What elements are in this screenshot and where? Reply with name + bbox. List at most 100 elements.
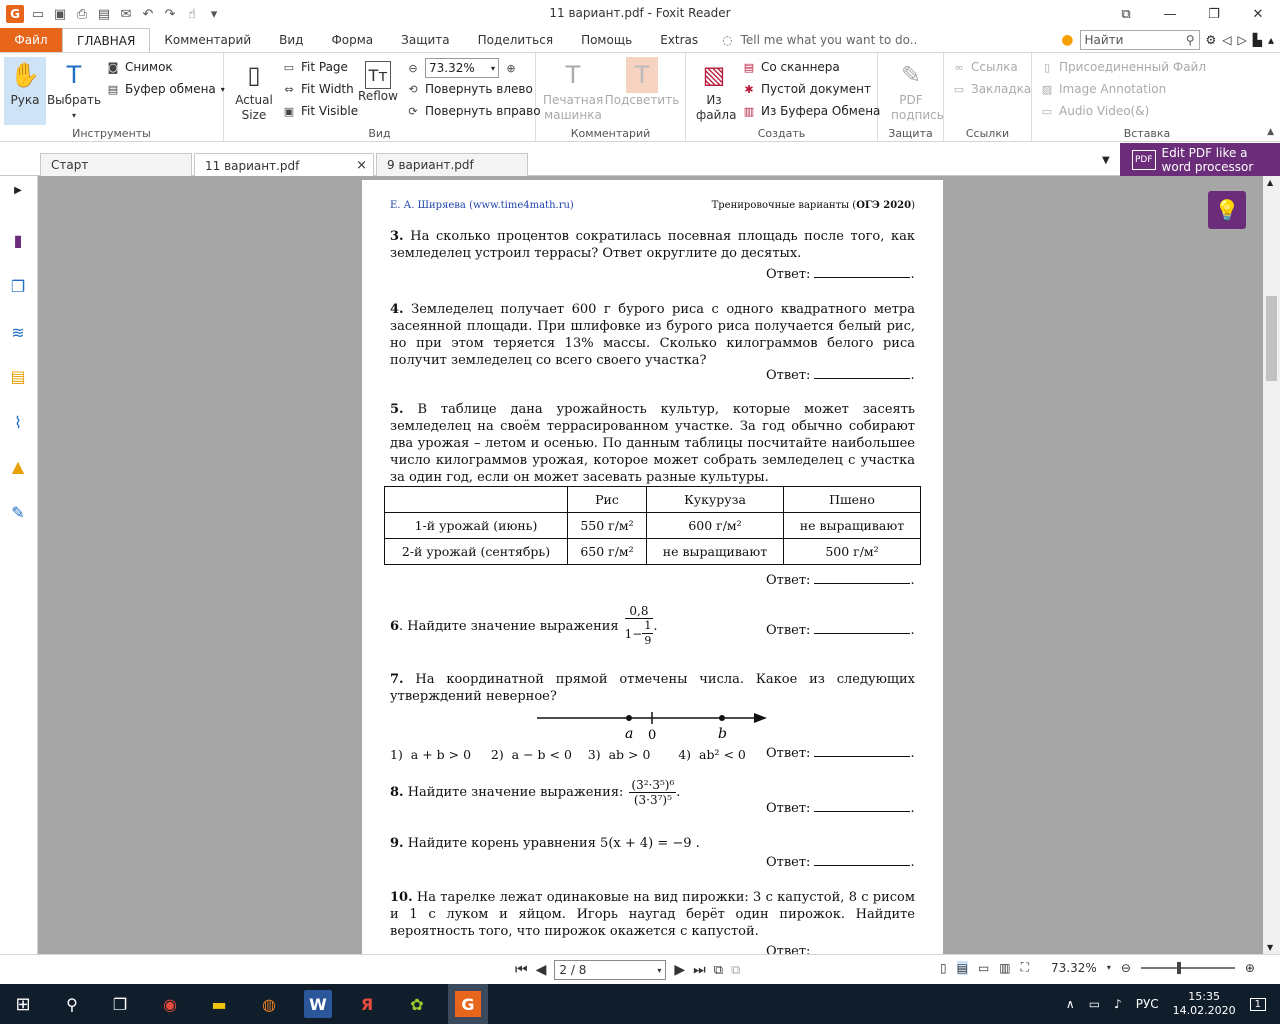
document-view[interactable]: Е. А. Ширяева (www.time4math.ru) Трениро…: [38, 176, 1263, 954]
first-page-icon[interactable]: ⏮: [515, 962, 528, 978]
doc-tab-9[interactable]: 9 вариант.pdf: [376, 153, 528, 176]
zoom-in-icon[interactable]: ⊕: [1245, 961, 1255, 975]
zoom-in-icon[interactable]: ⊕: [504, 61, 518, 75]
from-clipboard-button[interactable]: ▥ Из Буфера Обмена: [742, 104, 881, 118]
hand-tool-button[interactable]: ✋ Рука: [4, 57, 46, 125]
feedback-icon[interactable]: ●: [1061, 32, 1073, 48]
undo-icon[interactable]: ↶: [140, 6, 156, 22]
notifications-icon[interactable]: 1: [1249, 997, 1266, 1011]
prev-result-icon[interactable]: ◁: [1222, 33, 1231, 47]
open-folder-icon[interactable]: ▭: [30, 6, 46, 22]
volume-icon[interactable]: ♪: [1114, 997, 1122, 1011]
email-icon[interactable]: ✉: [118, 6, 134, 22]
audio-video-button[interactable]: ▭ Audio Video(&): [1040, 104, 1149, 118]
fit-visible-button[interactable]: ▣ Fit Visible: [282, 104, 358, 118]
print-icon[interactable]: ⎙: [74, 6, 90, 22]
facing-icon[interactable]: ▭: [978, 961, 989, 975]
layers-panel-icon[interactable]: ≋: [8, 322, 28, 342]
tab-form[interactable]: Форма: [317, 28, 387, 52]
properties-icon[interactable]: ▤: [96, 6, 112, 22]
zoom-dropdown-icon[interactable]: ▾: [1107, 963, 1111, 972]
edit-pdf-promo-banner[interactable]: PDF Edit PDF like a word processor: [1120, 143, 1280, 176]
next-view-icon[interactable]: ⧉: [731, 963, 740, 978]
signature-panel-icon[interactable]: ✎: [8, 502, 28, 522]
fit-width-button[interactable]: ⇔ Fit Width: [282, 82, 353, 96]
expand-panel-icon[interactable]: ▶: [8, 180, 28, 200]
comments-panel-icon[interactable]: ▤: [8, 366, 28, 386]
pdf-sign-button[interactable]: ✎ PDF подпись: [886, 57, 944, 123]
redo-icon[interactable]: ↷: [162, 6, 178, 22]
next-result-icon[interactable]: ▷: [1238, 33, 1247, 47]
zoom-slider-handle[interactable]: [1176, 961, 1181, 974]
blank-document-button[interactable]: ✱ Пустой документ: [742, 82, 871, 96]
settings-gear-icon[interactable]: ⚙: [1206, 33, 1217, 47]
page-number-input[interactable]: 2 / 8 ▾: [554, 960, 667, 980]
language-indicator[interactable]: РУС: [1136, 997, 1159, 1011]
from-scanner-button[interactable]: ▤ Со сканнера: [742, 60, 840, 74]
zoom-slider[interactable]: [1140, 961, 1235, 974]
search-input[interactable]: Найти ⚲: [1079, 30, 1200, 50]
image-annotation-button[interactable]: ▨ Image Annotation: [1040, 82, 1166, 96]
tab-list-dropdown-icon[interactable]: ▼: [1102, 155, 1110, 166]
zoom-level[interactable]: 73.32%: [1051, 961, 1097, 975]
attachments-panel-icon[interactable]: ⌇: [8, 412, 28, 432]
clock[interactable]: 15:35 14.02.2020: [1173, 990, 1236, 1018]
save-icon[interactable]: ▣: [52, 6, 68, 22]
tell-me-box[interactable]: ◌ Tell me what you want to do..: [722, 33, 917, 47]
tab-comment[interactable]: Комментарий: [150, 28, 265, 52]
rotate-right-button[interactable]: ⟳ Повернуть вправо: [406, 104, 540, 118]
rotate-left-button[interactable]: ⟲ Повернуть влево: [406, 82, 532, 96]
highlight-button[interactable]: T Подсветить: [605, 57, 679, 108]
tray-expand-icon[interactable]: ∧: [1066, 997, 1075, 1011]
tab-help[interactable]: Помощь: [567, 28, 646, 52]
typewriter-button[interactable]: T Печатная машинка: [542, 57, 604, 123]
user-icon[interactable]: ▙: [1253, 33, 1262, 47]
tab-home[interactable]: ГЛАВНАЯ: [62, 28, 151, 53]
fit-page-button[interactable]: ▭ Fit Page: [282, 60, 348, 74]
doc-tab-11[interactable]: 11 вариант.pdf ×: [194, 153, 374, 177]
collapse-ribbon-icon[interactable]: ▴: [1268, 33, 1274, 47]
single-page-icon[interactable]: ▯: [940, 961, 947, 975]
reflow-button[interactable]: Tт Reflow: [356, 57, 400, 104]
close-tab-icon[interactable]: ×: [356, 158, 367, 173]
full-screen-icon[interactable]: ⛶: [1021, 960, 1029, 975]
continuous-facing-icon[interactable]: ▥: [999, 961, 1010, 975]
prev-view-icon[interactable]: ⧉: [714, 963, 723, 978]
task-view-icon[interactable]: ❐: [106, 990, 134, 1018]
customize-dropdown-icon[interactable]: ▾: [206, 6, 222, 22]
network-icon[interactable]: ▭: [1089, 997, 1100, 1011]
select-tool-button[interactable]: T Выбрать ▾: [47, 57, 101, 123]
zoom-out-icon[interactable]: ⊖: [406, 61, 420, 75]
pages-panel-icon[interactable]: ❐: [8, 276, 28, 296]
next-page-icon[interactable]: ▶: [674, 962, 685, 978]
firefox-icon[interactable]: ◍: [255, 990, 283, 1018]
vertical-scrollbar[interactable]: ▲ ▼: [1263, 176, 1280, 954]
tab-protect[interactable]: Защита: [387, 28, 464, 52]
file-explorer-icon[interactable]: ▬: [205, 990, 233, 1018]
hand-tool-icon[interactable]: ☝: [184, 6, 200, 22]
paint-icon[interactable]: ✿: [403, 990, 431, 1018]
attached-file-button[interactable]: ▯ Присоединенный Файл: [1040, 60, 1206, 74]
search-icon[interactable]: ⚲: [58, 990, 86, 1018]
search-icon[interactable]: ⚲: [1186, 33, 1195, 47]
prev-page-icon[interactable]: ◀: [536, 962, 547, 978]
tab-extras[interactable]: Extras: [646, 28, 712, 52]
zoom-out-icon[interactable]: ⊖: [1121, 961, 1131, 975]
yandex-icon[interactable]: Я: [353, 990, 381, 1018]
security-lock-icon[interactable]: ▲: [8, 456, 28, 476]
close-window-button[interactable]: ✕: [1236, 0, 1280, 28]
bookmarks-panel-icon[interactable]: ▮: [8, 230, 28, 250]
minimize-button[interactable]: —: [1148, 0, 1192, 28]
continuous-icon[interactable]: ▤: [956, 960, 968, 975]
clipboard-button[interactable]: ▤ Буфер обмена ▾: [106, 82, 225, 96]
from-file-button[interactable]: ▧ Из файла: [692, 57, 736, 123]
chrome-icon[interactable]: ◉: [156, 990, 184, 1018]
scroll-thumb[interactable]: [1266, 296, 1277, 381]
tab-view[interactable]: Вид: [265, 28, 317, 52]
last-page-icon[interactable]: ⏭: [693, 962, 706, 978]
doc-tab-start[interactable]: Старт: [40, 153, 192, 176]
bookmark-button[interactable]: ▭ Закладка: [952, 82, 1031, 96]
scroll-down-icon[interactable]: ▼: [1267, 943, 1273, 952]
tab-share[interactable]: Поделиться: [464, 28, 567, 52]
link-button[interactable]: ∞ Ссылка: [952, 60, 1017, 74]
